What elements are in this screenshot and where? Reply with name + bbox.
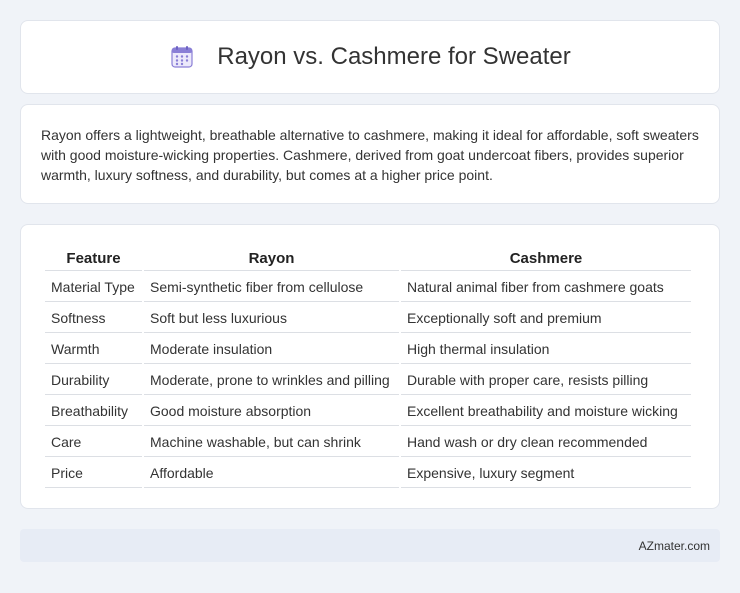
- cashmere-cell: Durable with proper care, resists pillin…: [401, 366, 691, 395]
- title-wrap: Rayon vs. Cashmere for Sweater: [169, 43, 571, 71]
- cashmere-cell: High thermal insulation: [401, 335, 691, 364]
- feature-cell: Softness: [45, 304, 142, 333]
- feature-cell: Breathability: [45, 397, 142, 426]
- cashmere-cell: Excellent breathability and moisture wic…: [401, 397, 691, 426]
- table-header-row: Feature Rayon Cashmere: [45, 247, 691, 271]
- feature-cell: Material Type: [45, 273, 142, 302]
- table-row: Softness Soft but less luxurious Excepti…: [45, 304, 691, 333]
- comparison-card: Feature Rayon Cashmere Material Type Sem…: [20, 224, 720, 509]
- table-row: Material Type Semi-synthetic fiber from …: [45, 273, 691, 302]
- comparison-table: Feature Rayon Cashmere Material Type Sem…: [43, 245, 693, 490]
- footer: AZmater.com: [20, 529, 720, 562]
- summary-card: Rayon offers a lightweight, breathable a…: [20, 104, 720, 204]
- cashmere-cell: Natural animal fiber from cashmere goats: [401, 273, 691, 302]
- table-row: Price Affordable Expensive, luxury segme…: [45, 459, 691, 488]
- table-row: Durability Moderate, prone to wrinkles a…: [45, 366, 691, 395]
- table-row: Warmth Moderate insulation High thermal …: [45, 335, 691, 364]
- cashmere-cell: Exceptionally soft and premium: [401, 304, 691, 333]
- feature-cell: Durability: [45, 366, 142, 395]
- feature-cell: Price: [45, 459, 142, 488]
- feature-cell: Care: [45, 428, 142, 457]
- title-card: Rayon vs. Cashmere for Sweater: [20, 20, 720, 94]
- rayon-cell: Affordable: [144, 459, 399, 488]
- rayon-cell: Machine washable, but can shrink: [144, 428, 399, 457]
- rayon-cell: Soft but less luxurious: [144, 304, 399, 333]
- cashmere-cell: Expensive, luxury segment: [401, 459, 691, 488]
- rayon-cell: Semi-synthetic fiber from cellulose: [144, 273, 399, 302]
- cashmere-cell: Hand wash or dry clean recommended: [401, 428, 691, 457]
- summary-text: Rayon offers a lightweight, breathable a…: [41, 127, 699, 183]
- header-rayon: Rayon: [144, 247, 399, 271]
- header-feature: Feature: [45, 247, 142, 271]
- rayon-cell: Moderate insulation: [144, 335, 399, 364]
- feature-cell: Warmth: [45, 335, 142, 364]
- calendar-icon: [169, 44, 195, 70]
- table-row: Breathability Good moisture absorption E…: [45, 397, 691, 426]
- rayon-cell: Moderate, prone to wrinkles and pilling: [144, 366, 399, 395]
- page-title: Rayon vs. Cashmere for Sweater: [217, 43, 571, 70]
- footer-source-link[interactable]: AZmater.com: [639, 539, 710, 553]
- header-cashmere: Cashmere: [401, 247, 691, 271]
- rayon-cell: Good moisture absorption: [144, 397, 399, 426]
- table-row: Care Machine washable, but can shrink Ha…: [45, 428, 691, 457]
